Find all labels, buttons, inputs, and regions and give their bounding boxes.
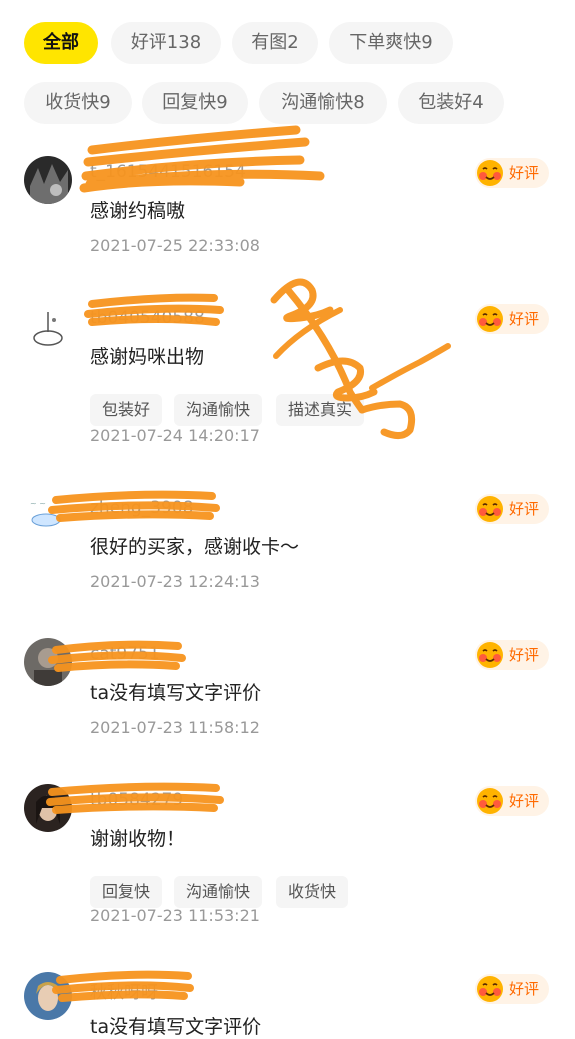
badge-label: 好评 [509, 164, 540, 182]
smile-face-icon [475, 974, 505, 1004]
filter-chip-good-communication[interactable]: 沟通愉快8 [259, 82, 387, 124]
filter-chip-fast-delivery[interactable]: 收货快9 [24, 82, 132, 124]
review-item: tb0584279 好评 谢谢收物！ 回复快 沟通愉快 收货快 2021-07-… [0, 784, 575, 934]
review-item: ~ ~ zheng_3908 好评 很好的买家，感谢收卡～ 2021-07-23… [0, 492, 575, 602]
username: tb040540588 [90, 308, 205, 328]
positive-badge: 好评 [475, 786, 549, 816]
avatar[interactable] [24, 302, 72, 350]
filter-chip-quick-order[interactable]: 下单爽快9 [329, 22, 453, 64]
username: cat9751 [90, 644, 160, 664]
review-time: 2021-07-25 22:33:08 [90, 236, 260, 255]
review-tag: 收货快 [276, 876, 349, 908]
filter-chip-good-packaging[interactable]: 包装好4 [398, 82, 504, 124]
smile-face-icon [475, 640, 505, 670]
smile-face-icon [475, 158, 505, 188]
badge-label: 好评 [509, 646, 540, 664]
avatar[interactable] [24, 156, 72, 204]
avatar[interactable] [24, 784, 72, 832]
username: tb0584279 [90, 790, 184, 810]
smile-face-icon [475, 304, 505, 334]
review-text: 感谢约稿嗷 [90, 200, 186, 222]
review-item: t_1615441516154 好评 感谢约稿嗷 2021-07-25 22:3… [0, 156, 575, 266]
svg-text:~ ~: ~ ~ [30, 499, 46, 508]
positive-badge: 好评 [475, 640, 549, 670]
review-text: 很好的买家，感谢收卡～ [90, 536, 300, 558]
username: zheng_3908 [90, 498, 194, 518]
smile-face-icon [475, 786, 505, 816]
positive-badge: 好评 [475, 494, 549, 524]
filter-chip-fast-reply[interactable]: 回复快9 [142, 82, 248, 124]
badge-label: 好评 [509, 980, 540, 998]
review-tag: 描述真实 [276, 394, 365, 426]
review-text: ta没有填写文字评价 [90, 682, 262, 704]
review-item: 秋秋呀呀 好评 ta没有填写文字评价 [0, 972, 575, 1038]
positive-badge: 好评 [475, 974, 549, 1004]
badge-label: 好评 [509, 500, 540, 518]
review-item: cat9751 好评 ta没有填写文字评价 2021-07-23 11:58:1… [0, 638, 575, 748]
review-item: tb040540588 好评 感谢妈咪出物 包装好 沟通愉快 描述真实 2021… [0, 302, 575, 452]
review-tag: 沟通愉快 [174, 876, 263, 908]
avatar[interactable]: ~ ~ [24, 492, 72, 540]
avatar[interactable] [24, 638, 72, 686]
review-time: 2021-07-23 11:53:21 [90, 906, 260, 925]
smile-face-icon [475, 494, 505, 524]
review-time: 2021-07-24 14:20:17 [90, 426, 260, 445]
positive-badge: 好评 [475, 158, 549, 188]
review-time: 2021-07-23 12:24:13 [90, 572, 260, 591]
filter-chip-all[interactable]: 全部 [24, 22, 98, 64]
review-tag: 回复快 [90, 876, 163, 908]
filter-chip-with-photo[interactable]: 有图2 [232, 22, 318, 64]
username: 秋秋呀呀 [90, 983, 158, 1003]
positive-badge: 好评 [475, 304, 549, 334]
badge-label: 好评 [509, 792, 540, 810]
review-text: 感谢妈咪出物 [90, 346, 205, 368]
review-tag: 包装好 [90, 394, 163, 426]
username: t_1615441516154 [90, 162, 246, 182]
badge-label: 好评 [509, 310, 540, 328]
review-text: ta没有填写文字评价 [90, 1016, 262, 1038]
avatar[interactable] [24, 972, 72, 1020]
review-time: 2021-07-23 11:58:12 [90, 718, 260, 737]
review-tag: 沟通愉快 [174, 394, 263, 426]
filter-bar: 全部 好评138 有图2 下单爽快9 收货快9 回复快9 沟通愉快8 包装好4 [0, 0, 575, 140]
review-text: 谢谢收物！ [90, 828, 186, 850]
filter-chip-positive[interactable]: 好评138 [111, 22, 221, 64]
